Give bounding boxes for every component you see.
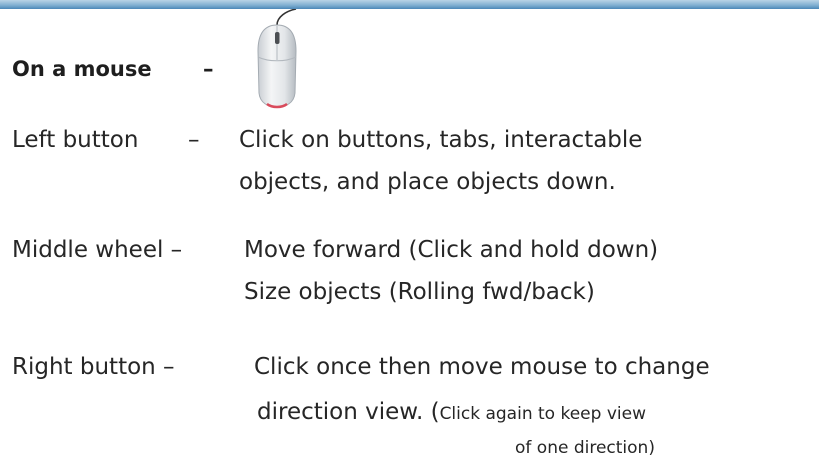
- middle-wheel-desc-line1: Move forward (Click and hold down): [244, 237, 659, 263]
- top-accent-bar: [0, 0, 819, 9]
- right-button-desc-line1: Click once then move mouse to change: [254, 354, 710, 380]
- right-button-desc-note: Click again to keep view: [439, 404, 646, 424]
- left-button-dash: –: [188, 127, 200, 153]
- middle-wheel-label: Middle wheel –: [12, 237, 183, 263]
- computer-mouse-icon: [257, 9, 297, 109]
- heading-dash: –: [203, 57, 214, 81]
- left-button-desc-line1: Click on buttons, tabs, interactable: [239, 127, 643, 153]
- heading-label: On a mouse: [12, 57, 152, 81]
- left-button-label: Left button: [12, 127, 139, 153]
- right-button-label: Right button –: [12, 354, 175, 380]
- middle-wheel-desc-line2: Size objects (Rolling fwd/back): [244, 279, 595, 305]
- right-button-desc-main: direction view. (: [257, 399, 440, 425]
- left-button-desc-line2: objects, and place objects down.: [239, 169, 616, 195]
- right-button-desc-line2: direction view. (Click again to keep vie…: [257, 401, 646, 424]
- right-button-desc-line3: of one direction): [515, 438, 655, 458]
